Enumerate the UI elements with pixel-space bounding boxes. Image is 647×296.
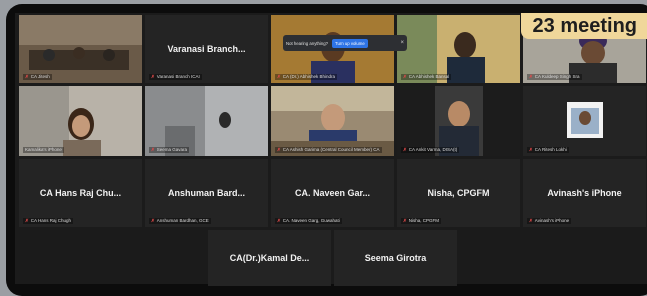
mic-muted-icon: ✗ bbox=[403, 218, 407, 223]
video-feed bbox=[19, 86, 142, 156]
zoom-gallery-screen: 23 meeting ✗ CA Jitesh Varanasi Branch...… bbox=[15, 13, 647, 286]
participant-name: Avinash's iPhone bbox=[534, 218, 570, 223]
mic-muted-icon: ✗ bbox=[529, 74, 533, 79]
participant-tile[interactable]: Seema Girotra bbox=[334, 230, 457, 286]
participant-tile[interactable]: ✗ CA Ashish Garima (Central Council Membe… bbox=[271, 86, 394, 156]
notice-text: Not hearing anything? bbox=[286, 40, 329, 46]
participant-name: CA. Naveen Garg, Guwahati bbox=[282, 218, 340, 223]
participant-name: CA Kuldeep Singh Sra bbox=[534, 74, 580, 79]
meeting-banner: 23 meeting bbox=[520, 13, 647, 39]
mic-muted-icon: ✗ bbox=[529, 218, 533, 223]
participant-name: CA (Dr.) Abhishek Bhindra bbox=[282, 74, 336, 79]
participant-display-name: Nisha, CPGFM bbox=[427, 188, 490, 198]
participant-tile[interactable]: Anshuman Bard... ✗ Anshuman Bardhan, GCE bbox=[145, 159, 268, 227]
participant-tile[interactable]: ✗ CA Jitesh bbox=[19, 15, 142, 83]
participant-tile[interactable]: CA(Dr.)Kamal De... bbox=[208, 230, 331, 286]
participant-display-name: Seema Girotra bbox=[364, 253, 427, 263]
video-feed bbox=[397, 86, 520, 156]
mic-muted-icon: ✗ bbox=[529, 147, 533, 152]
participant-tile[interactable]: CA. Naveen Gar... ✗ CA. Naveen Garg, Guwa… bbox=[271, 159, 394, 227]
participant-tile[interactable]: CA Hans Raj Chu... ✗ CA Hans Raj Chugh bbox=[19, 159, 142, 227]
participant-display-name: CA. Naveen Gar... bbox=[294, 188, 371, 198]
participant-name: CA Abhishek Bansal bbox=[408, 74, 450, 79]
profile-picture bbox=[567, 102, 603, 138]
participant-name: Nisha, CPGFM bbox=[408, 218, 440, 223]
video-feed bbox=[145, 86, 268, 156]
participant-name: CA Jitesh bbox=[30, 74, 50, 79]
mic-muted-icon: ✗ bbox=[151, 74, 155, 79]
participant-tile[interactable]: ✗ CA Abhishek Bansal bbox=[397, 15, 520, 83]
mic-muted-icon: ✗ bbox=[403, 147, 407, 152]
participant-name: Anshuman Bardhan, GCE bbox=[156, 218, 209, 223]
participant-tile[interactable]: Nisha, CPGFM ✗ Nisha, CPGFM bbox=[397, 159, 520, 227]
participant-tile[interactable]: Avinash's iPhone ✗ Avinash's iPhone bbox=[523, 159, 646, 227]
participant-tile-active-speaker[interactable]: Kamalika's iPhone bbox=[19, 86, 142, 156]
audio-notice: Not hearing anything? Turn up volume × bbox=[283, 35, 407, 51]
mic-muted-icon: ✗ bbox=[277, 218, 281, 223]
participant-display-name: CA(Dr.)Kamal De... bbox=[229, 253, 310, 263]
participant-display-name: Varanasi Branch... bbox=[167, 44, 246, 54]
participant-display-name: Anshuman Bard... bbox=[167, 188, 245, 198]
mic-muted-icon: ✗ bbox=[25, 218, 29, 223]
mic-muted-icon: ✗ bbox=[403, 74, 407, 79]
mic-muted-icon: ✗ bbox=[25, 74, 29, 79]
video-feed bbox=[271, 86, 394, 156]
participant-name: Varanasi Branch ICAI bbox=[156, 74, 200, 79]
video-feed bbox=[397, 15, 520, 83]
participant-display-name: CA Hans Raj Chu... bbox=[39, 188, 122, 198]
mic-muted-icon: ✗ bbox=[277, 147, 281, 152]
participant-name: Kamalika's iPhone bbox=[25, 147, 62, 152]
participant-name: CA Ankit Varma, DISA(t) bbox=[408, 147, 458, 152]
participant-tile[interactable]: ✗ Seema Gavara bbox=[145, 86, 268, 156]
participant-tile[interactable]: Varanasi Branch... ✗ Varanasi Branch ICAI bbox=[145, 15, 268, 83]
mic-muted-icon: ✗ bbox=[277, 74, 281, 79]
participant-display-name: Avinash's iPhone bbox=[547, 188, 622, 198]
participant-name: Seema Gavara bbox=[156, 147, 188, 152]
mic-muted-icon: ✗ bbox=[151, 147, 155, 152]
participant-name: CA Hans Raj Chugh bbox=[30, 218, 72, 223]
participant-tile[interactable]: ✗ CA Ankit Varma, DISA(t) bbox=[397, 86, 520, 156]
close-icon[interactable]: × bbox=[400, 40, 404, 46]
participant-name: CA Ashish Garima (Central Council Member… bbox=[282, 147, 380, 152]
turn-up-volume-button[interactable]: Turn up volume bbox=[332, 38, 368, 48]
participant-name: CA Ritesh Lokhi bbox=[534, 147, 567, 152]
mic-muted-icon: ✗ bbox=[151, 218, 155, 223]
video-feed bbox=[19, 15, 142, 83]
participant-tile[interactable]: ✗ CA Ritesh Lokhi bbox=[523, 86, 646, 156]
